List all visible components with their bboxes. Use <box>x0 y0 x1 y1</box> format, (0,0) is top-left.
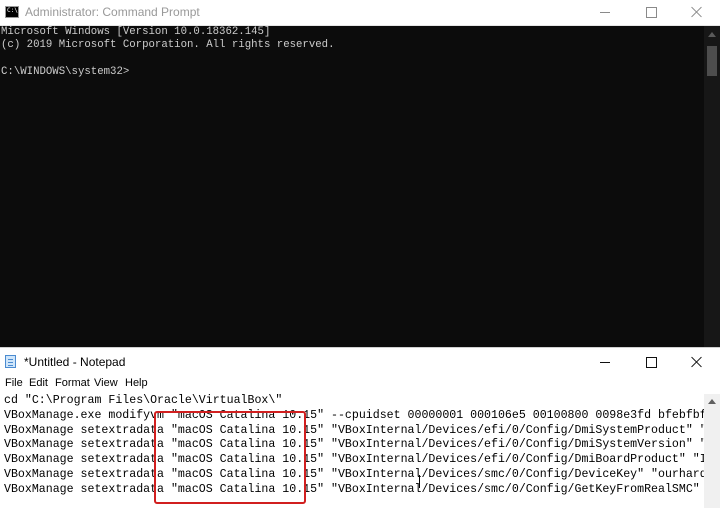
cmd-close-button[interactable] <box>674 0 720 25</box>
cmd-line: (c) 2019 Microsoft Corporation. All righ… <box>1 39 335 51</box>
notepad-close-button[interactable] <box>674 348 720 376</box>
cmd-app-icon-text: C:\ <box>7 7 18 14</box>
scroll-up-arrow-icon[interactable] <box>708 32 716 37</box>
cmd-console-output[interactable]: Microsoft Windows [Version 10.0.18362.14… <box>0 26 704 347</box>
script-line: VBoxManage.exe modifyvm "macOS Catalina … <box>4 408 704 422</box>
script-line: cd "C:\Program Files\Oracle\VirtualBox\" <box>4 394 283 407</box>
minimize-icon <box>600 12 610 13</box>
maximize-icon <box>646 357 657 368</box>
notepad-scrollbar[interactable] <box>704 394 720 508</box>
notepad-maximize-button[interactable] <box>628 348 674 376</box>
notepad-menu-bar: File Edit Format View Help <box>0 376 720 394</box>
cmd-scrollbar[interactable] <box>704 26 720 347</box>
cmd-scrollbar-thumb[interactable] <box>707 46 717 76</box>
menu-view[interactable]: View <box>94 377 118 389</box>
text-caret <box>419 475 420 488</box>
cmd-prompt-line: C:\WINDOWS\system32> <box>1 66 130 78</box>
command-prompt-window[interactable]: C:\ Administrator: Command Prompt Micros… <box>0 0 720 347</box>
notepad-app-icon <box>5 355 16 368</box>
maximize-icon <box>646 7 657 18</box>
menu-edit[interactable]: Edit <box>29 377 48 389</box>
close-icon <box>691 6 703 18</box>
menu-format[interactable]: Format <box>55 377 90 389</box>
notepad-window-title: *Untitled - Notepad <box>24 355 126 369</box>
cmd-window-title: Administrator: Command Prompt <box>25 5 200 19</box>
script-line: VBoxManage setextradata "macOS Catalina … <box>4 438 704 452</box>
notepad-window[interactable]: *Untitled - Notepad File Edit Format Vie… <box>0 347 720 508</box>
script-line: VBoxManage setextradata "macOS Catalina … <box>4 423 704 437</box>
cmd-app-icon: C:\ <box>5 6 19 18</box>
script-line: VBoxManage setextradata "macOS Catalina … <box>4 482 704 496</box>
menu-file[interactable]: File <box>5 377 23 389</box>
minimize-icon <box>600 362 610 363</box>
script-line: VBoxManage setextradata "macOS Catalina … <box>4 468 704 481</box>
menu-help[interactable]: Help <box>125 377 148 389</box>
cmd-maximize-button[interactable] <box>628 0 674 25</box>
script-line: VBoxManage setextradata "macOS Catalina … <box>4 453 704 467</box>
notepad-title-bar[interactable]: *Untitled - Notepad <box>0 348 720 376</box>
scroll-up-arrow-icon[interactable] <box>708 399 716 404</box>
cmd-title-bar[interactable]: C:\ Administrator: Command Prompt <box>0 0 720 26</box>
notepad-text-area[interactable]: cd "C:\Program Files\Oracle\VirtualBox\"… <box>0 394 704 508</box>
cmd-line: Microsoft Windows [Version 10.0.18362.14… <box>1 26 271 38</box>
notepad-minimize-button[interactable] <box>582 348 628 376</box>
close-icon <box>691 356 703 368</box>
cmd-minimize-button[interactable] <box>582 0 628 25</box>
